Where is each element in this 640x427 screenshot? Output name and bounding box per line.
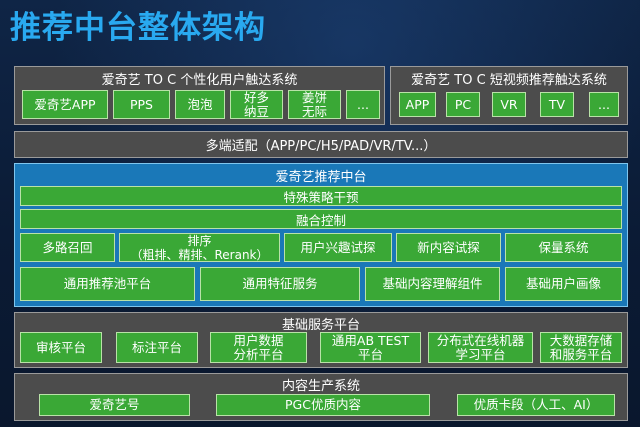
hub-module: 多路召回 <box>20 233 115 262</box>
toc-video-item: PC <box>446 92 480 117</box>
toc-video-panel: 爱奇艺 TO C 短视频推荐触达系统 APP PC VR TV ... <box>390 66 628 125</box>
hub-platform: 基础内容理解组件 <box>365 267 500 301</box>
multi-end-adapter-bar: 多端适配（APP/PC/H5/PAD/VR/TV...） <box>14 131 628 158</box>
fusion-control-bar: 融合控制 <box>20 209 622 229</box>
toc-video-item: ... <box>589 92 619 117</box>
base-service-item: 用户数据 分析平台 <box>210 332 307 363</box>
toc-personal-item: 姜饼 无际 <box>288 90 341 119</box>
toc-personal-panel: 爱奇艺 TO C 个性化用户触达系统 爱奇艺APP PPS 泡泡 好多 纳豆 姜… <box>14 66 385 125</box>
base-service-panel: 基础服务平台 审核平台 标注平台 用户数据 分析平台 通用AB TEST 平台 … <box>14 312 628 368</box>
hub-platform: 基础用户画像 <box>505 267 622 301</box>
content-production-item: 优质卡段（人工、AI） <box>457 394 615 416</box>
hub-module: 排序 （粗排、精排、Rerank） <box>119 233 280 262</box>
content-production-title: 内容生产系统 <box>281 379 360 394</box>
base-service-item: 标注平台 <box>116 332 198 363</box>
page-title: 推荐中台整体架构 <box>10 10 266 46</box>
recommendation-hub-panel: 爱奇艺推荐中台 特殊策略干预 融合控制 多路召回 排序 （粗排、精排、Reran… <box>14 163 628 307</box>
base-service-title: 基础服务平台 <box>281 318 360 333</box>
toc-video-title: 爱奇艺 TO C 短视频推荐触达系统 <box>411 73 607 88</box>
hub-platform: 通用推荐池平台 <box>20 267 195 301</box>
toc-personal-item: 爱奇艺APP <box>22 90 108 119</box>
base-service-item: 审核平台 <box>20 332 102 363</box>
toc-personal-item: 泡泡 <box>175 90 225 119</box>
hub-module: 用户兴趣试探 <box>284 233 392 262</box>
hub-module: 新内容试探 <box>396 233 501 262</box>
hub-platform: 通用特征服务 <box>200 267 360 301</box>
toc-video-item: TV <box>540 92 574 117</box>
toc-personal-item: ... <box>346 90 380 119</box>
content-production-panel: 内容生产系统 爱奇艺号 PGC优质内容 优质卡段（人工、AI） <box>14 373 628 421</box>
content-production-item: 爱奇艺号 <box>39 394 190 416</box>
base-service-item: 大数据存储 和服务平台 <box>540 332 622 363</box>
toc-video-item: APP <box>399 92 436 117</box>
hub-title: 爱奇艺推荐中台 <box>275 170 367 185</box>
hub-module: 保量系统 <box>505 233 622 262</box>
toc-video-item: VR <box>492 92 526 117</box>
toc-personal-item: 好多 纳豆 <box>230 90 283 119</box>
content-production-item: PGC优质内容 <box>216 394 430 416</box>
toc-personal-title: 爱奇艺 TO C 个性化用户触达系统 <box>101 73 298 88</box>
toc-personal-item: PPS <box>113 90 170 119</box>
base-service-item: 分布式在线机器 学习平台 <box>428 332 533 363</box>
base-service-item: 通用AB TEST 平台 <box>320 332 421 363</box>
special-strategy-bar: 特殊策略干预 <box>20 186 622 206</box>
